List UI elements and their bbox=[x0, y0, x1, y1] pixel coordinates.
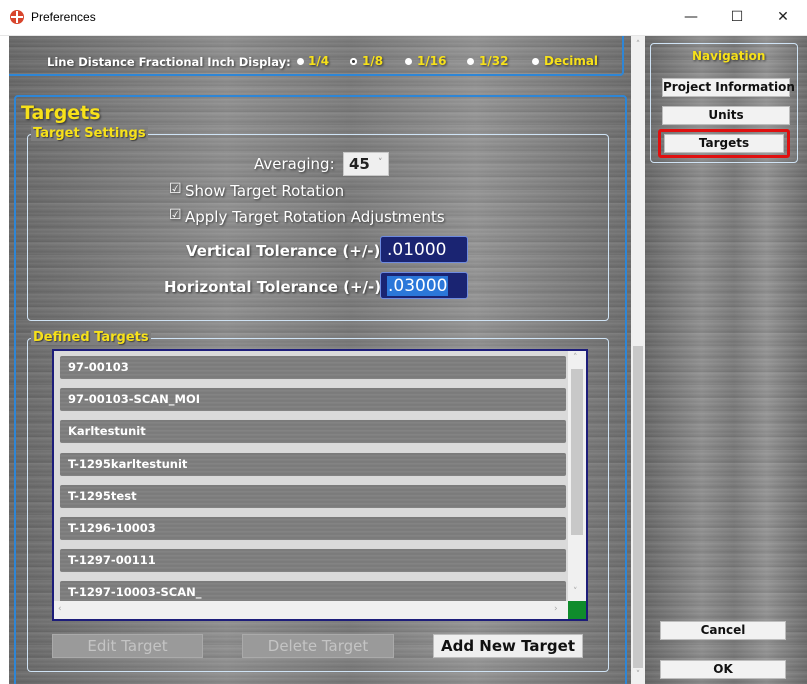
content-scroll-thumb[interactable] bbox=[633, 346, 643, 668]
averaging-label: Averaging: bbox=[254, 155, 335, 173]
apply-rotation-label: Apply Target Rotation Adjustments bbox=[185, 208, 445, 226]
line-distance-label: Line Distance Fractional Inch Display: bbox=[47, 55, 291, 69]
list-item[interactable]: 97-00103 bbox=[59, 355, 567, 380]
close-button[interactable]: ✕ bbox=[760, 0, 806, 35]
nav-project-information[interactable]: Project Information bbox=[662, 78, 795, 97]
list-vertical-scrollbar[interactable]: ˄ ˅ bbox=[568, 351, 586, 601]
radio-eighth[interactable] bbox=[350, 58, 357, 65]
radio-quarter[interactable] bbox=[297, 58, 304, 65]
navigation-sidebar: Navigation Project Information Units Tar… bbox=[645, 36, 807, 684]
preferences-content: Line Distance Fractional Inch Display: 1… bbox=[9, 36, 631, 684]
window-title: Preferences bbox=[31, 10, 96, 24]
radio-sixteenth-label: 1/16 bbox=[417, 54, 447, 68]
radio-decimal-label: Decimal bbox=[544, 54, 599, 68]
scroll-up-icon[interactable]: ˄ bbox=[631, 38, 645, 52]
add-target-button[interactable]: Add New Target bbox=[433, 634, 583, 658]
radio-thirtysecond[interactable] bbox=[467, 58, 474, 65]
nav-units[interactable]: Units bbox=[662, 106, 790, 125]
show-rotation-label: Show Target Rotation bbox=[185, 182, 345, 200]
list-item[interactable]: T-1295karltestunit bbox=[59, 452, 567, 477]
defined-targets-label: Defined Targets bbox=[31, 330, 151, 345]
list-horizontal-scrollbar[interactable]: ‹ › bbox=[54, 601, 568, 619]
cancel-button[interactable]: Cancel bbox=[660, 621, 786, 640]
targets-heading: Targets bbox=[21, 102, 101, 124]
targets-list[interactable]: 97-00103 97-00103-SCAN_MOI Karltestunit … bbox=[52, 349, 588, 621]
averaging-value: 45 bbox=[349, 155, 370, 173]
list-scroll-thumb[interactable] bbox=[571, 369, 583, 535]
show-rotation-checkbox[interactable]: ☑ bbox=[169, 181, 182, 197]
radio-thirtysecond-label: 1/32 bbox=[479, 54, 509, 68]
scroll-up-icon[interactable]: ˄ bbox=[573, 353, 578, 363]
list-item[interactable]: T-1297-00111 bbox=[59, 548, 567, 573]
scroll-down-icon[interactable]: ˅ bbox=[573, 587, 578, 597]
title-bar: Preferences — ☐ ✕ bbox=[0, 0, 807, 36]
app-icon bbox=[10, 10, 24, 24]
list-scroll-corner bbox=[568, 601, 586, 619]
apply-rotation-checkbox[interactable]: ☑ bbox=[169, 207, 182, 223]
chevron-down-icon: ˅ bbox=[378, 158, 383, 168]
scroll-down-icon[interactable]: ˅ bbox=[631, 668, 645, 682]
maximize-button[interactable]: ☐ bbox=[714, 0, 760, 35]
horizontal-tolerance-value: .03000 bbox=[387, 276, 449, 296]
scroll-left-icon[interactable]: ‹ bbox=[58, 604, 62, 614]
scroll-right-icon[interactable]: › bbox=[554, 604, 558, 614]
edit-target-button[interactable]: Edit Target bbox=[52, 634, 203, 658]
ok-button[interactable]: OK bbox=[660, 660, 786, 679]
content-scrollbar[interactable]: ˄ ˅ bbox=[631, 36, 645, 684]
horizontal-tolerance-label: Horizontal Tolerance (+/-): bbox=[164, 278, 388, 296]
radio-quarter-label: 1/4 bbox=[308, 54, 330, 68]
radio-eighth-label: 1/8 bbox=[362, 54, 384, 68]
radio-sixteenth[interactable] bbox=[405, 58, 412, 65]
delete-target-button[interactable]: Delete Target bbox=[242, 634, 394, 658]
list-item[interactable]: T-1295test bbox=[59, 484, 567, 509]
list-item[interactable]: Karltestunit bbox=[59, 419, 567, 444]
vertical-tolerance-label: Vertical Tolerance (+/-): bbox=[186, 242, 387, 260]
list-item[interactable]: 97-00103-SCAN_MOI bbox=[59, 387, 567, 412]
horizontal-tolerance-field[interactable]: .03000 bbox=[380, 272, 468, 299]
nav-targets[interactable]: Targets bbox=[664, 134, 784, 153]
averaging-select[interactable]: 45 ˅ bbox=[343, 152, 389, 176]
target-settings-label: Target Settings bbox=[31, 126, 148, 141]
radio-decimal[interactable] bbox=[532, 58, 539, 65]
navigation-title: Navigation bbox=[692, 49, 766, 63]
list-item[interactable]: T-1296-10003 bbox=[59, 516, 567, 541]
minimize-button[interactable]: — bbox=[668, 0, 714, 35]
vertical-tolerance-field[interactable]: .01000 bbox=[380, 236, 468, 263]
